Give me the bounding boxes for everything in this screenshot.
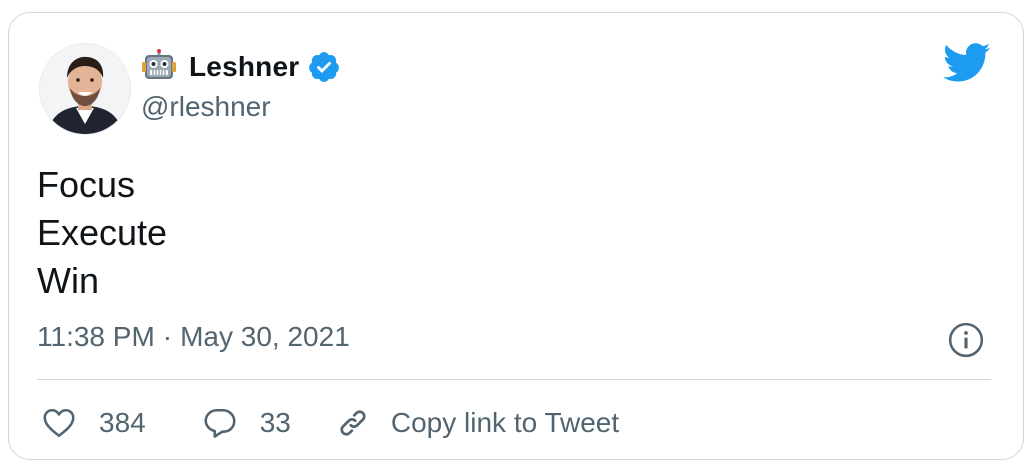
avatar-image [40,44,130,134]
display-name[interactable]: Leshner [189,51,299,83]
tweet-line: Focus [37,164,136,205]
avatar[interactable] [39,43,131,135]
info-icon[interactable] [947,321,985,359]
heart-icon [43,408,75,438]
tweet-text: Focus Execute Win [37,161,167,305]
copy-link-label[interactable]: Copy link to Tweet [391,407,619,439]
verified-badge-icon [307,50,341,84]
like-button[interactable]: 384 [41,405,146,441]
link-icon [340,410,366,436]
robot-emoji-icon [141,49,177,85]
reply-count: 33 [259,407,291,438]
tweet-card[interactable]: Leshner @rleshner Focus Execute Win 11:3… [8,12,1024,460]
tweet-timestamp[interactable]: 11:38 PM · May 30, 2021 [37,321,350,353]
author-handle[interactable]: @rleshner [141,91,271,123]
like-count: 384 [99,407,146,438]
tweet-time[interactable]: 11:38 PM [37,321,155,353]
author-name-row[interactable]: Leshner [141,47,341,87]
divider [37,379,991,380]
twitter-bird-icon[interactable] [943,43,991,83]
reply-button[interactable]: 33 [202,405,291,441]
tweet-actions: 384 33 Copy link to Tweet [41,401,619,445]
copy-link-button[interactable]: Copy link to Tweet [335,405,619,441]
tweet-date[interactable]: May 30, 2021 [180,321,350,353]
tweet-line: Win [37,260,99,301]
timestamp-separator: · [162,321,173,352]
reply-icon [204,408,236,438]
tweet-line: Execute [37,212,168,253]
